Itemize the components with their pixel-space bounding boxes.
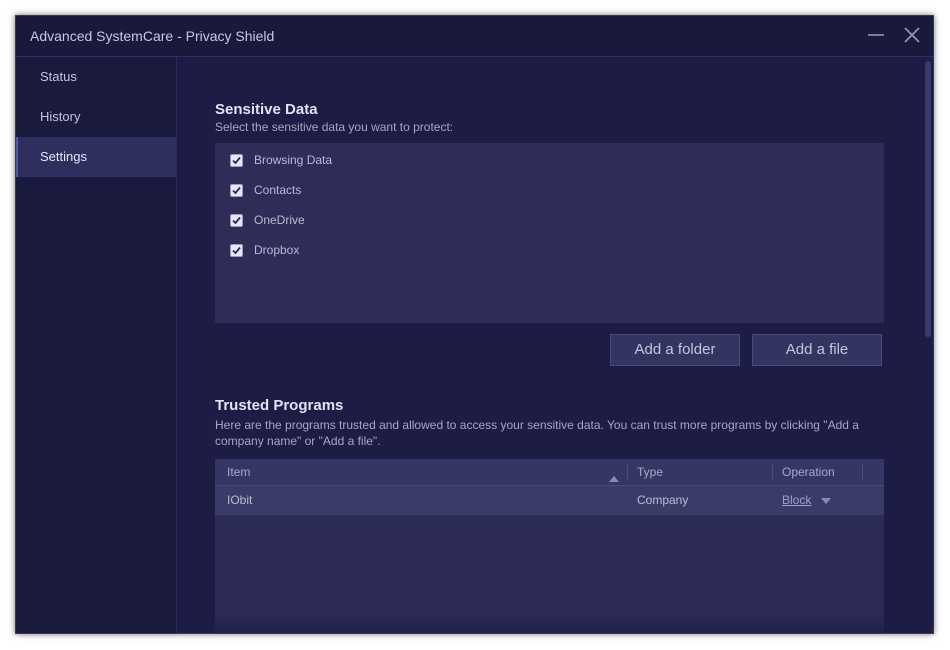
sidebar-item-label: History xyxy=(40,109,81,124)
window-title: Advanced SystemCare - Privacy Shield xyxy=(30,28,275,44)
checkbox-contacts[interactable]: Contacts xyxy=(230,181,301,199)
row-operation: Block xyxy=(782,486,831,515)
check-icon xyxy=(232,156,241,164)
sensitive-data-list: Browsing Data Contacts OneDrive Dropbox xyxy=(215,143,884,323)
close-icon[interactable] xyxy=(899,22,925,48)
trusted-programs-table: Item Type Operation IObit Company Block xyxy=(215,459,884,633)
sidebar-item-status[interactable]: Status xyxy=(16,57,176,97)
row-type: Company xyxy=(637,493,689,507)
checkbox[interactable] xyxy=(230,243,243,257)
add-folder-button[interactable]: Add a folder xyxy=(610,334,740,366)
column-divider[interactable] xyxy=(862,465,863,479)
minimize-icon[interactable] xyxy=(863,22,889,48)
table-row[interactable]: IObit Company Block xyxy=(215,486,884,515)
block-link[interactable]: Block xyxy=(782,493,811,507)
checkbox-label: Dropbox xyxy=(254,243,300,257)
sort-ascending-icon[interactable] xyxy=(609,469,619,487)
column-header-type[interactable]: Type xyxy=(637,459,663,485)
trusted-programs-description: Here are the programs trusted and allowe… xyxy=(215,418,859,448)
sidebar-item-history[interactable]: History xyxy=(16,97,176,137)
checkbox[interactable] xyxy=(230,183,243,197)
check-icon xyxy=(232,186,241,194)
checkbox[interactable] xyxy=(230,153,243,167)
dropdown-arrow-icon[interactable] xyxy=(820,486,831,515)
checkbox[interactable] xyxy=(230,213,243,227)
row-item: IObit xyxy=(227,493,253,507)
column-divider[interactable] xyxy=(627,465,628,479)
add-file-button[interactable]: Add a file xyxy=(752,334,882,366)
trusted-programs-title: Trusted Programs xyxy=(215,397,344,414)
checkbox-label: Contacts xyxy=(254,183,302,197)
check-icon xyxy=(232,216,241,224)
column-header-operation[interactable]: Operation xyxy=(782,459,835,485)
sensitive-data-description: Select the sensitive data you want to pr… xyxy=(215,120,454,134)
check-icon xyxy=(232,246,241,254)
sidebar: Status History Settings xyxy=(16,57,177,633)
sidebar-item-label: Status xyxy=(40,69,77,84)
checkbox-dropbox[interactable]: Dropbox xyxy=(230,241,299,259)
table-header: Item Type Operation xyxy=(215,459,884,486)
checkbox-onedrive[interactable]: OneDrive xyxy=(230,211,305,229)
sidebar-item-settings[interactable]: Settings xyxy=(16,137,176,177)
column-header-item[interactable]: Item xyxy=(227,459,250,485)
table-fade xyxy=(215,615,884,633)
column-divider[interactable] xyxy=(772,465,773,479)
sensitive-data-title: Sensitive Data xyxy=(215,101,318,118)
app-window: Advanced SystemCare - Privacy Shield Sta… xyxy=(15,15,934,634)
checkbox-label: Browsing Data xyxy=(254,153,333,167)
checkbox-label: OneDrive xyxy=(254,213,305,227)
settings-content: Sensitive Data Select the sensitive data… xyxy=(177,57,933,633)
checkbox-browsing-data[interactable]: Browsing Data xyxy=(230,151,332,169)
title-bar: Advanced SystemCare - Privacy Shield xyxy=(16,16,933,57)
sidebar-item-label: Settings xyxy=(40,149,87,164)
scrollbar[interactable] xyxy=(925,61,931,337)
